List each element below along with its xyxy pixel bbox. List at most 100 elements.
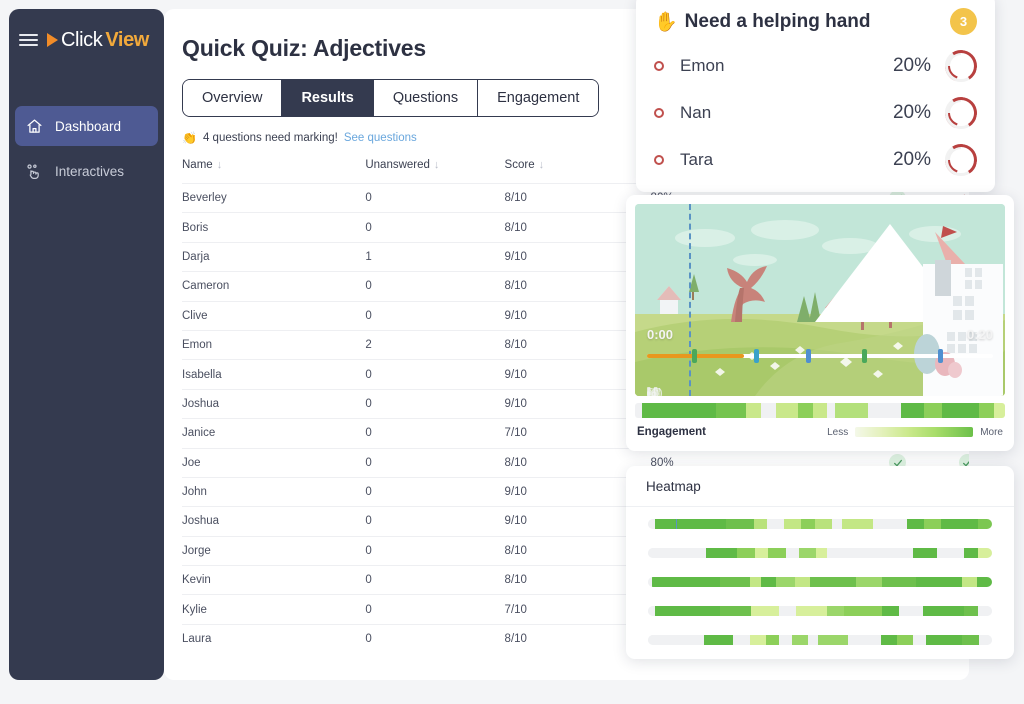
heatmap-segment [940,519,979,529]
heatmap-segment [872,519,907,529]
cell-name: Boris [182,221,209,234]
timeline-marker[interactable] [691,349,697,363]
heatmap-segment [785,548,800,558]
heatmap-segment [923,519,941,529]
heatmap-segment [899,606,924,616]
tab-overview[interactable]: Overview [183,80,283,116]
heatmap-segment [936,548,965,558]
video-playhead-marker [688,204,691,396]
heatmap-segment [754,548,769,558]
heatmap-segment [818,635,848,645]
heatmap-row[interactable] [648,635,992,645]
engagement-segment [642,403,717,418]
heatmap-segment [784,519,802,529]
heatmap-segment [831,519,843,529]
heatmap-segment [648,606,655,616]
cell-unanswered: 0 [365,309,372,322]
legend-more-label: More [980,426,1003,438]
video-player[interactable]: 0:00 0:20 [635,204,1005,396]
heatmap-segment [847,635,881,645]
timeline-marker[interactable] [806,349,812,363]
column-header-score[interactable]: Score ↓ [505,159,651,184]
timeline-marker[interactable] [754,349,760,363]
clap-emoji-icon: 👏 [182,131,197,145]
heatmap-segment [826,548,913,558]
engagement-segment [812,403,828,418]
engagement-segment [635,403,643,418]
heatmap-row[interactable] [648,519,992,529]
heatmap-row[interactable] [648,606,992,616]
list-item[interactable]: Tara 20% [654,141,980,179]
heatmap-segment [810,577,856,587]
heatmap-segment [792,635,809,645]
sidebar-item-dashboard[interactable]: Dashboard [15,106,158,146]
cell-name: Isabella [182,368,222,381]
cell-unanswered: 0 [365,633,372,646]
heatmap-segment [913,635,927,645]
tab-bar: Overview Results Questions Engagement [182,79,600,117]
heatmap-segment [978,635,992,645]
heatmap-title: Heatmap [626,466,1014,507]
cell-unanswered: 0 [365,397,372,410]
sidebar: Click View Dashboard Interactives [9,9,164,680]
column-header-name[interactable]: Name ↓ [182,159,365,184]
heatmap-segment [923,606,965,616]
student-progress-donut-icon [942,141,980,179]
heatmap-segment [844,606,882,616]
list-item[interactable]: Nan 20% [654,94,980,132]
heatmap-row[interactable] [648,548,992,558]
video-progress-bar[interactable] [647,349,993,363]
cell-name: John [182,486,207,499]
heatmap-rows [626,507,1014,645]
sidebar-header: Click View [9,9,164,71]
cell-name: Joe [182,456,201,469]
heatmap-segment [761,577,777,587]
heatmap-segment [926,635,963,645]
tab-questions[interactable]: Questions [373,80,479,116]
clickview-logo[interactable]: Click View [47,29,149,52]
heatmap-segment [912,548,937,558]
heatmap-row[interactable] [648,577,992,587]
cell-name: Beverley [182,192,227,205]
cell-unanswered: 0 [365,368,372,381]
cell-unanswered: 0 [365,280,372,293]
heatmap-segment [654,606,721,616]
sort-arrow-icon: ↓ [216,159,223,171]
cell-name: Kevin [182,574,211,587]
heatmap-segment [751,606,779,616]
engagement-segment [775,403,798,418]
heatmap-segment [978,519,992,529]
student-name: Nan [680,103,712,122]
heatmap-playhead-marker [675,519,678,529]
engagement-segment [993,403,1005,418]
engagement-segment [942,403,980,418]
heatmap-segment [651,577,720,587]
heatmap-segment [654,519,727,529]
timeline-marker[interactable] [937,349,943,363]
video-engagement-panel: 0:00 0:20 Engagement Less More [626,195,1014,451]
cell-unanswered: 0 [365,427,372,440]
engagement-segment [901,403,924,418]
list-item[interactable]: Emon 20% [654,47,980,85]
raised-hand-emoji-icon: ✋ [654,11,678,33]
engagement-segment [760,403,776,418]
marking-banner-text: 4 questions need marking! [202,132,338,144]
cell-name: Laura [182,633,212,646]
tab-results[interactable]: Results [282,80,374,116]
tab-engagement[interactable]: Engagement [478,80,599,116]
heatmap-segment [750,577,762,587]
column-header-unanswered[interactable]: Unanswered ↓ [365,159,504,184]
heatmap-segment [906,519,924,529]
heatmap-segment [799,548,817,558]
cell-name: Cameron [182,280,230,293]
sidebar-item-interactives[interactable]: Interactives [15,151,158,191]
hamburger-menu-icon[interactable] [19,34,38,46]
helping-hand-title-group: ✋ Need a helping hand [654,10,870,34]
heatmap-segment [855,577,883,587]
heatmap-segment [778,606,796,616]
timeline-marker[interactable] [861,349,867,363]
helping-hand-panel: ✋ Need a helping hand 3 Emon 20% Nan 20%… [636,0,995,192]
heatmap-segment [776,577,796,587]
see-questions-link[interactable]: See questions [344,132,417,144]
engagement-segment [923,403,943,418]
